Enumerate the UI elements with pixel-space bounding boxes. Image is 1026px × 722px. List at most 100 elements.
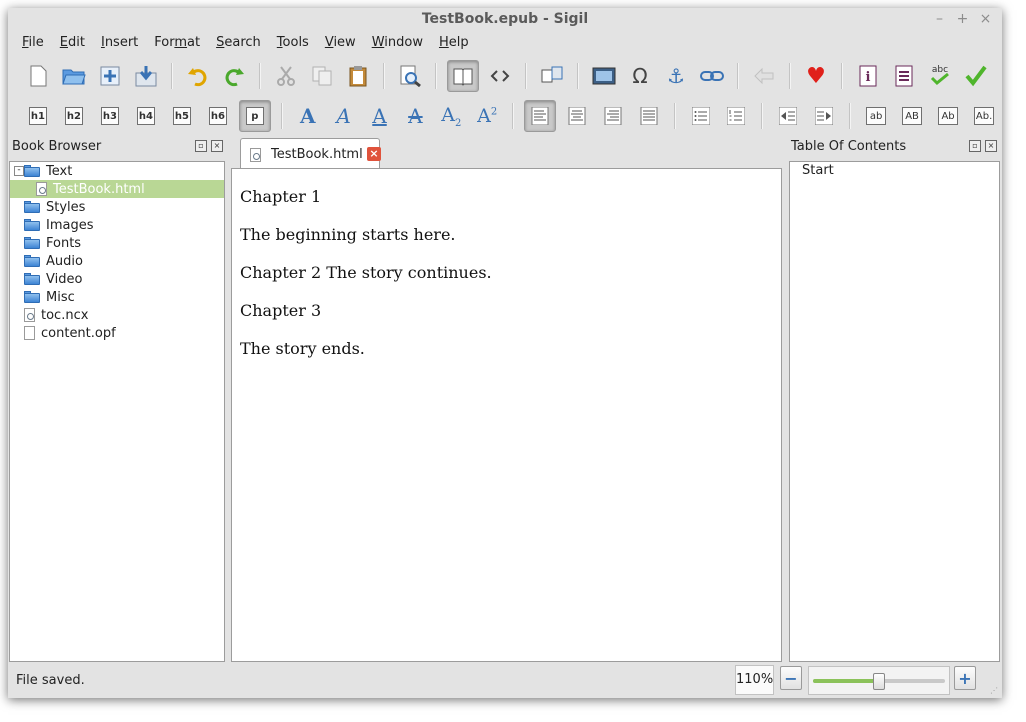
menu-edit[interactable]: Edit xyxy=(52,33,93,55)
align-right-button[interactable] xyxy=(598,101,628,131)
insert-link-button[interactable] xyxy=(697,61,727,91)
paragraph[interactable]: The story ends. xyxy=(240,339,365,358)
heading-h6-button[interactable]: h6 xyxy=(203,101,233,131)
menu-view[interactable]: View xyxy=(317,33,364,55)
tree-item-content-opf[interactable]: content.opf xyxy=(10,324,224,342)
code-view-button[interactable] xyxy=(485,61,515,91)
align-center-button[interactable] xyxy=(562,101,592,131)
float-icon[interactable]: ▫ xyxy=(195,140,207,152)
tab-label: TestBook.html xyxy=(271,147,363,162)
validate-button[interactable] xyxy=(961,61,991,91)
subscript-button[interactable]: A2 xyxy=(436,101,466,131)
heading-label: h4 xyxy=(136,107,155,125)
undo-button[interactable] xyxy=(183,61,213,91)
insert-image-button[interactable] xyxy=(589,61,619,91)
redo-button[interactable] xyxy=(219,61,249,91)
tree-item-fonts[interactable]: Fonts xyxy=(10,234,224,252)
menu-format[interactable]: Format xyxy=(146,33,208,55)
split-view-button[interactable] xyxy=(537,61,567,91)
close-tab-icon[interactable]: × xyxy=(367,147,381,161)
heading-h3-button[interactable]: h3 xyxy=(95,101,125,131)
menu-file[interactable]: File xyxy=(14,33,52,55)
go-back-button[interactable] xyxy=(749,61,779,91)
toc-editor-button[interactable] xyxy=(889,61,919,91)
lowercase-button[interactable]: ab xyxy=(861,101,891,131)
zoom-level: 110% xyxy=(735,665,774,695)
tree-item-toc-ncx[interactable]: toc.ncx xyxy=(10,306,224,324)
numbered-list-button[interactable] xyxy=(721,101,751,131)
tree-item-text[interactable]: Text xyxy=(10,162,224,180)
format-toolbar: h1 h2 h3 h4 h5 h6 p A A A A A2 A2 ab AB Ab Ab. xyxy=(8,96,1002,136)
menu-search[interactable]: Search xyxy=(208,33,269,55)
donate-button[interactable]: ♥ xyxy=(801,61,831,91)
paragraph[interactable]: The beginning starts here. xyxy=(240,225,456,244)
find-replace-button[interactable] xyxy=(395,61,425,91)
strikethrough-button[interactable]: A xyxy=(400,101,430,131)
paragraph-button[interactable]: p xyxy=(238,100,271,132)
zoom-slider[interactable] xyxy=(808,666,950,695)
insert-special-char-button[interactable]: Ω xyxy=(625,61,655,91)
toc-entry[interactable]: Start xyxy=(802,163,834,178)
tree-item-audio[interactable]: Audio xyxy=(10,252,224,270)
paragraph[interactable]: Chapter 1 xyxy=(240,187,321,206)
underline-icon: A xyxy=(372,104,387,128)
uppercase-button[interactable]: AB xyxy=(897,101,927,131)
decrease-indent-button[interactable] xyxy=(773,101,803,131)
heading-h4-button[interactable]: h4 xyxy=(131,101,161,131)
superscript-icon: A2 xyxy=(477,105,498,127)
back-arrow-icon xyxy=(754,67,774,85)
close-dock-icon[interactable]: × xyxy=(211,140,223,152)
menu-tools[interactable]: Tools xyxy=(269,33,317,55)
justify-button[interactable] xyxy=(634,101,664,131)
book-view-editor[interactable]: Chapter 1 The beginning starts here. Chapt… xyxy=(231,168,782,662)
titlecase-button[interactable]: Ab xyxy=(933,101,963,131)
open-button[interactable] xyxy=(59,61,89,91)
paragraph[interactable]: Chapter 2 The story continues. xyxy=(240,263,492,282)
insert-anchor-button[interactable]: ⚓ xyxy=(661,61,691,91)
heading-h2-button[interactable]: h2 xyxy=(59,101,89,131)
maximize-button[interactable]: + xyxy=(954,10,971,28)
resize-grip[interactable]: ⋰ xyxy=(990,686,1000,696)
tree-item-video[interactable]: Video xyxy=(10,270,224,288)
copy-button[interactable] xyxy=(307,61,337,91)
minimize-button[interactable]: – xyxy=(931,10,948,28)
save-button[interactable] xyxy=(131,61,161,91)
metadata-editor-button[interactable]: i xyxy=(853,61,883,91)
heading-label: h5 xyxy=(172,107,191,125)
bold-button[interactable]: A xyxy=(293,101,323,131)
close-dock-icon[interactable]: × xyxy=(985,140,997,152)
tree-item-testbook-html[interactable]: TestBook.html xyxy=(10,180,224,198)
paste-button[interactable] xyxy=(343,61,373,91)
sentencecase-button[interactable]: Ab. xyxy=(969,101,999,131)
window-title: TestBook.epub - Sigil xyxy=(421,11,589,27)
book-view-button[interactable] xyxy=(447,60,479,92)
add-existing-button[interactable] xyxy=(95,61,125,91)
menu-insert[interactable]: Insert xyxy=(93,33,146,55)
menu-window[interactable]: Window xyxy=(364,33,431,55)
tab-testbook-html[interactable]: TestBook.html × xyxy=(240,138,381,170)
zoom-slider-handle[interactable] xyxy=(873,673,885,690)
close-window-button[interactable]: × xyxy=(977,10,994,28)
underline-button[interactable]: A xyxy=(365,101,395,131)
align-left-button[interactable] xyxy=(524,100,556,132)
tree-item-images[interactable]: Images xyxy=(10,216,224,234)
heading-h1-button[interactable]: h1 xyxy=(23,101,53,131)
cut-button[interactable] xyxy=(271,61,301,91)
spellcheck-button[interactable]: abc xyxy=(925,61,955,91)
book-browser-panel[interactable]: - Text TestBook.html Styles Images Fonts Audio… xyxy=(9,161,225,662)
superscript-button[interactable]: A2 xyxy=(472,101,502,131)
float-icon[interactable]: ▫ xyxy=(969,140,981,152)
italic-button[interactable]: A xyxy=(329,101,359,131)
heading-h5-button[interactable]: h5 xyxy=(167,101,197,131)
tree-item-styles[interactable]: Styles xyxy=(10,198,224,216)
paragraph[interactable]: Chapter 3 xyxy=(240,301,321,320)
increase-indent-button[interactable] xyxy=(809,101,839,131)
find-icon xyxy=(400,65,421,87)
zoom-in-button[interactable]: + xyxy=(954,666,976,690)
zoom-out-button[interactable]: − xyxy=(780,666,802,690)
new-file-button[interactable] xyxy=(23,61,53,91)
menu-help[interactable]: Help xyxy=(431,33,477,55)
toc-panel[interactable]: Start xyxy=(789,161,1000,662)
bullet-list-button[interactable] xyxy=(686,101,716,131)
tree-item-misc[interactable]: Misc xyxy=(10,288,224,306)
